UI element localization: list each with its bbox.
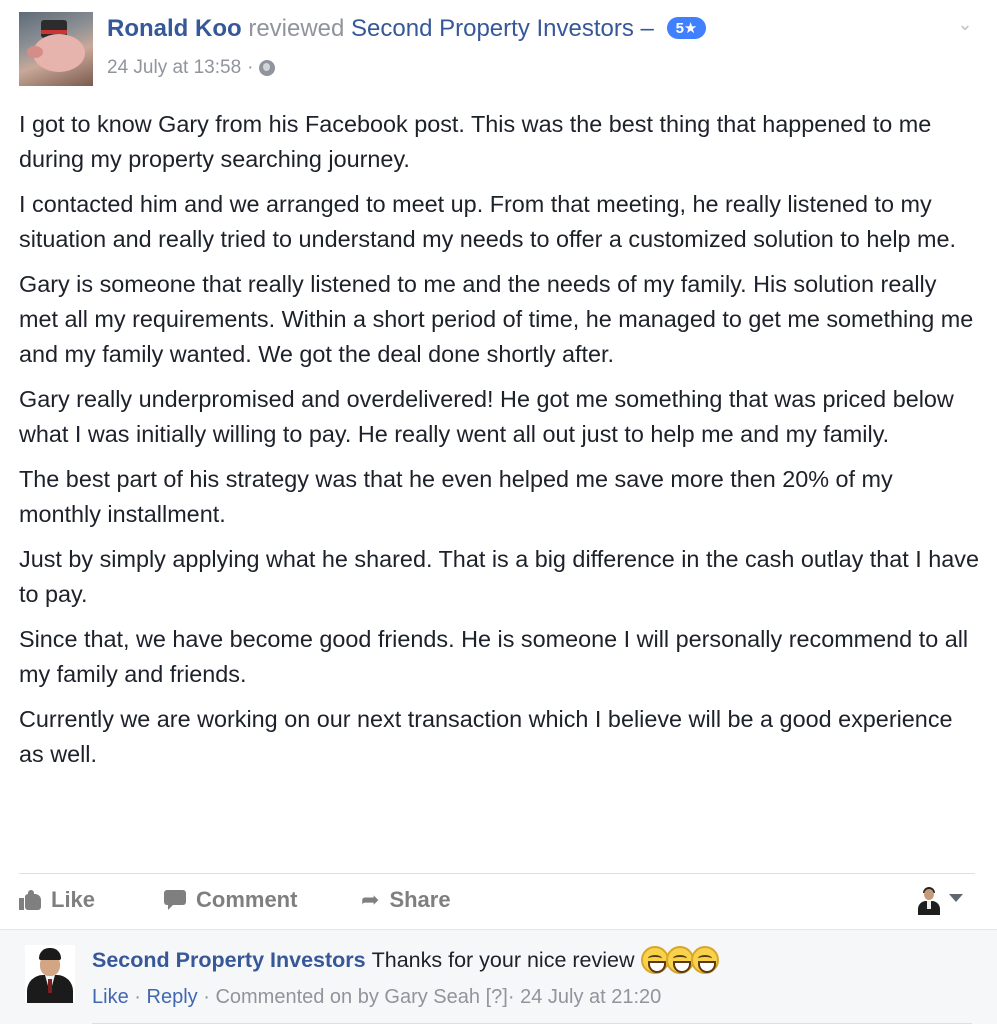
emoji-group xyxy=(640,946,719,974)
grin-icon xyxy=(640,946,669,974)
title-separator: – xyxy=(640,15,654,42)
commenter-avatar[interactable] xyxy=(25,945,75,1003)
comment-section: Second Property Investors Thanks for you… xyxy=(0,929,997,1024)
like-button[interactable]: Like xyxy=(19,887,95,913)
review-paragraph: The best part of his strategy was that h… xyxy=(19,466,893,527)
review-paragraph: Gary is someone that really listened to … xyxy=(19,271,974,367)
comment-text: Thanks for your nice review xyxy=(371,947,635,972)
review-paragraph: Currently we are working on our next tra… xyxy=(19,706,953,767)
review-title-line: Ronald Koo reviewed Second Property Inve… xyxy=(107,15,707,43)
rating-badge: 5★ xyxy=(666,17,707,39)
comment-label: Comment xyxy=(196,887,298,912)
comment-reply-link[interactable]: Reply xyxy=(147,986,198,1008)
help-link[interactable]: [?] xyxy=(486,986,508,1008)
like-label: Like xyxy=(51,887,96,912)
review-timestamp[interactable]: 24 July at 13:58 xyxy=(107,57,241,79)
share-arrow-icon: ➦ xyxy=(361,887,380,912)
review-paragraph: I got to know Gary from his Facebook pos… xyxy=(19,111,932,172)
comment-timestamp[interactable]: 24 July at 21:20 xyxy=(520,986,661,1008)
comment-like-link[interactable]: Like xyxy=(92,986,129,1008)
reviewer-name-link[interactable]: Ronald Koo xyxy=(107,15,242,42)
comment-meta: Like · Reply · Commented on by Gary Seah… xyxy=(92,986,661,1009)
reviewer-avatar[interactable] xyxy=(19,12,93,86)
meta-dot: · xyxy=(203,986,210,1008)
comment-bubble-icon xyxy=(164,890,186,910)
page-name-link[interactable]: Second Property Investors xyxy=(351,15,634,42)
comment-line: Second Property Investors Thanks for you… xyxy=(92,946,719,974)
review-body: I got to know Gary from his Facebook pos… xyxy=(19,107,979,782)
commented-on-by: Commented on by Gary Seah xyxy=(215,986,481,1008)
comment-button[interactable]: Comment xyxy=(164,887,297,913)
share-label: Share xyxy=(389,887,451,912)
globe-icon[interactable] xyxy=(259,60,276,76)
action-bar: Like Comment ➦ Share xyxy=(19,873,975,929)
chevron-down-icon[interactable]: ⌄ xyxy=(955,14,975,34)
caret-down-icon[interactable] xyxy=(949,894,963,902)
review-paragraph: Just by simply applying what he shared. … xyxy=(19,546,980,607)
commenter-name-link[interactable]: Second Property Investors xyxy=(92,948,366,973)
viewer-avatar[interactable] xyxy=(915,887,943,915)
grin-icon xyxy=(690,946,719,974)
review-paragraph: I contacted him and we arranged to meet … xyxy=(19,191,957,252)
thumbs-up-icon xyxy=(19,890,41,910)
review-header: Ronald Koo reviewed Second Property Inve… xyxy=(0,0,997,100)
review-paragraph: Gary really underpromised and overdelive… xyxy=(19,386,954,447)
meta-dot: · xyxy=(134,986,141,1008)
grin-icon xyxy=(665,946,694,974)
share-button[interactable]: ➦ Share xyxy=(361,887,451,913)
review-paragraph: Since that, we have become good friends.… xyxy=(19,626,969,687)
review-meta: 24 July at 13:58 · xyxy=(107,57,276,79)
reviewed-label: reviewed xyxy=(248,15,345,42)
meta-dot: · xyxy=(507,986,515,1008)
meta-separator: · xyxy=(247,57,254,78)
